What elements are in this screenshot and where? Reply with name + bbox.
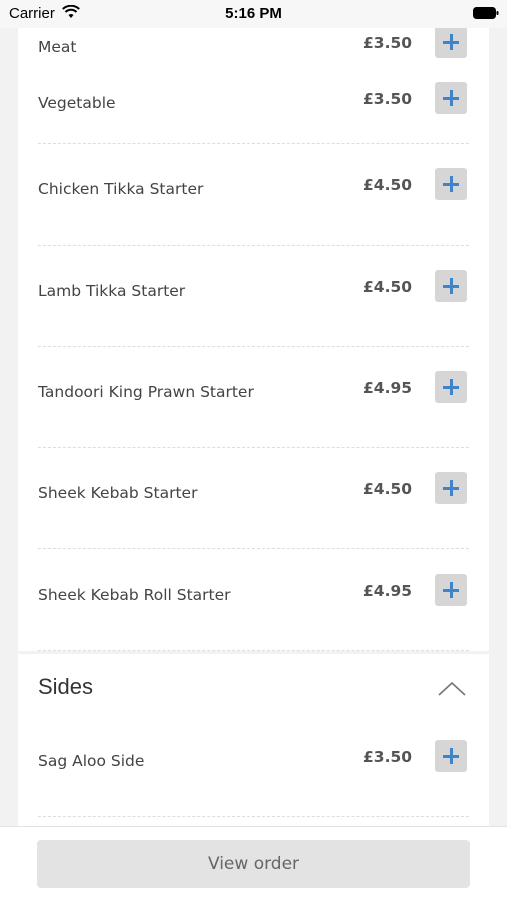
add-item-button[interactable] <box>435 168 467 200</box>
item-name: Sheek Kebab Roll Starter <box>38 586 231 604</box>
item-price: £4.95 <box>363 379 413 397</box>
divider <box>38 143 469 144</box>
sides-section: Sides Sag Aloo Side £3.50 <box>18 654 489 854</box>
item-price: £3.50 <box>363 34 413 52</box>
add-item-button[interactable] <box>435 26 467 58</box>
item-price: £4.50 <box>363 480 413 498</box>
add-item-button[interactable] <box>435 270 467 302</box>
item-price: £4.50 <box>363 176 413 194</box>
view-order-button[interactable]: View order <box>37 840 470 888</box>
divider <box>38 548 469 549</box>
divider <box>38 816 469 817</box>
add-item-button[interactable] <box>435 371 467 403</box>
list-item: Vegetable £3.50 <box>18 82 489 122</box>
item-name: Tandoori King Prawn Starter <box>38 383 254 401</box>
divider <box>38 447 469 448</box>
list-item: Sheek Kebab Starter £4.50 <box>18 472 489 512</box>
item-name: Meat <box>38 38 77 56</box>
item-name: Sheek Kebab Starter <box>38 484 198 502</box>
item-name: Sag Aloo Side <box>38 752 145 770</box>
item-name: Chicken Tikka Starter <box>38 180 204 198</box>
status-bar: Carrier 5:16 PM <box>0 0 507 28</box>
divider <box>38 650 469 651</box>
list-item: Sheek Kebab Roll Starter £4.95 <box>18 574 489 614</box>
item-price: £3.50 <box>363 90 413 108</box>
section-title: Sides <box>38 674 94 699</box>
add-item-button[interactable] <box>435 740 467 772</box>
chevron-up-icon[interactable] <box>437 680 467 698</box>
battery-icon <box>473 7 499 19</box>
list-item: Sag Aloo Side £3.50 <box>18 740 489 780</box>
list-item: Tandoori King Prawn Starter £4.95 <box>18 371 489 411</box>
list-item: Chicken Tikka Starter £4.50 <box>18 168 489 208</box>
starters-section: Meat £3.50 Vegetable £3.50 Chicken Tikka… <box>18 0 489 651</box>
list-item: Meat £3.50 <box>18 26 489 66</box>
footer-bar: View order <box>0 826 507 901</box>
item-price: £4.95 <box>363 582 413 600</box>
add-item-button[interactable] <box>435 574 467 606</box>
divider <box>38 245 469 246</box>
item-price: £3.50 <box>363 748 413 766</box>
item-price: £4.50 <box>363 278 413 296</box>
item-name: Vegetable <box>38 94 116 112</box>
list-item: Lamb Tikka Starter £4.50 <box>18 270 489 310</box>
divider <box>38 346 469 347</box>
clock: 5:16 PM <box>225 5 282 22</box>
add-item-button[interactable] <box>435 472 467 504</box>
item-name: Lamb Tikka Starter <box>38 282 186 300</box>
add-item-button[interactable] <box>435 82 467 114</box>
